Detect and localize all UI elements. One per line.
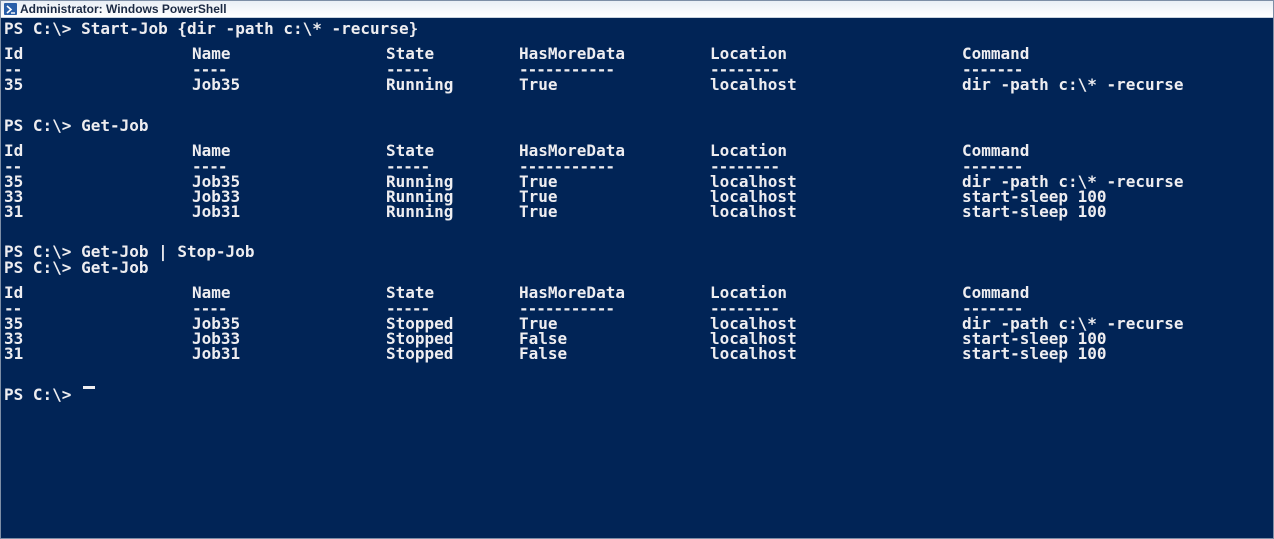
cell-name: Job31 xyxy=(192,202,241,221)
table-row: 35 Job35 Running True localhost dir -path c:\… xyxy=(4,75,1273,94)
command-line: PS C:\> Start-Job {dir -path c:\* -recur… xyxy=(4,20,1273,37)
table-row: 31 Job31 Stopped False localhost start-sleep … xyxy=(4,344,1273,363)
command-text: PS C:\> Start-Job {dir -path c:\* -recur… xyxy=(4,19,419,38)
cell-state: Running xyxy=(386,75,454,94)
underline-id: -- xyxy=(4,157,22,176)
command-text: PS C:\> Get-Job | Stop-Job xyxy=(4,242,255,261)
text-cursor xyxy=(83,386,96,389)
command-text: PS C:\> Get-Job xyxy=(4,258,149,277)
prompt-text: PS C:\> xyxy=(4,385,82,404)
cell-command: start-sleep 100 xyxy=(962,202,1107,221)
cell-command: dir -path c:\* -recurse xyxy=(962,75,1184,94)
cell-id: 31 xyxy=(4,202,24,221)
underline-id: -- xyxy=(4,60,22,79)
header-id: Id xyxy=(4,44,24,63)
cell-id: 35 xyxy=(4,314,24,333)
table-row: 31 Job31 Running True localhost start-sleep 1… xyxy=(4,202,1273,221)
underline-id: -- xyxy=(4,299,22,318)
cell-location: localhost xyxy=(710,344,797,363)
command-text: PS C:\> Get-Job xyxy=(4,116,149,135)
cell-has-more-data: False xyxy=(519,344,568,363)
header-id: Id xyxy=(4,141,24,160)
title-bar[interactable]: Administrator: Windows PowerShell xyxy=(1,1,1273,18)
cell-has-more-data: True xyxy=(519,75,558,94)
cell-command: start-sleep 100 xyxy=(962,344,1107,363)
cell-location: localhost xyxy=(710,202,797,221)
cell-id: 33 xyxy=(4,329,24,348)
console-output[interactable]: PS C:\> Start-Job {dir -path c:\* -recur… xyxy=(4,20,1273,538)
command-line: PS C:\> Get-Job | Stop-Job xyxy=(4,242,1273,261)
powershell-window[interactable]: Administrator: Windows PowerShell PS C:\… xyxy=(0,0,1274,539)
command-line: PS C:\> Get-Job xyxy=(4,259,1273,276)
cell-id: 31 xyxy=(4,344,24,363)
header-id: Id xyxy=(4,283,24,302)
prompt-line[interactable]: PS C:\> xyxy=(4,386,1273,403)
cell-id: 33 xyxy=(4,187,24,206)
cell-state: Running xyxy=(386,202,454,221)
cell-id: 35 xyxy=(4,172,24,191)
command-line: PS C:\> Get-Job xyxy=(4,117,1273,134)
cell-has-more-data: True xyxy=(519,202,558,221)
window-title: Administrator: Windows PowerShell xyxy=(20,2,227,16)
powershell-icon xyxy=(4,3,17,15)
cell-name: Job35 xyxy=(192,75,241,94)
cell-state: Stopped xyxy=(386,344,454,363)
cell-id: 35 xyxy=(4,75,24,94)
cell-location: localhost xyxy=(710,75,797,94)
cell-name: Job31 xyxy=(192,344,241,363)
